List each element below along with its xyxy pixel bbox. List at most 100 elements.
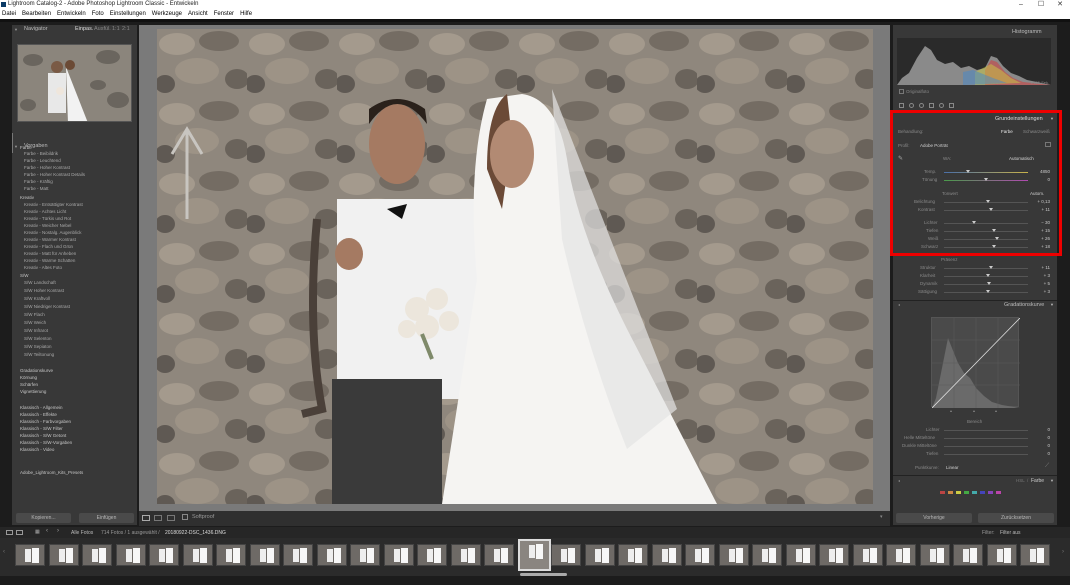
thumbnail[interactable] — [82, 544, 112, 566]
source-all-photos[interactable]: Alle Fotos — [71, 530, 93, 536]
swatch-magenta-icon[interactable] — [996, 491, 1001, 494]
thumbnail[interactable] — [1020, 544, 1050, 566]
hsl-collapse-left-icon[interactable]: ◂ — [898, 478, 900, 483]
saturation-value[interactable]: + 3 — [1030, 289, 1050, 294]
survey-view-icon[interactable] — [167, 515, 175, 521]
preset-item[interactable]: Kreativ - Weicher Nebel — [24, 223, 71, 228]
preset-item[interactable]: Kreativ - Altes Foto — [24, 265, 62, 270]
thumbnail[interactable] — [350, 544, 380, 566]
nav-mode-fill[interactable]: Ausfül. — [94, 25, 111, 34]
preset-folder[interactable]: Klassisch - Video — [20, 447, 54, 452]
preset-folder[interactable]: Klassisch - Farbvorgaben — [20, 419, 71, 424]
texture-slider[interactable] — [944, 268, 1028, 269]
thumbnail[interactable] — [584, 544, 615, 566]
tonecurve-title[interactable]: Gradationskurve — [1004, 302, 1044, 308]
preset-item[interactable]: S/W Weich — [24, 320, 46, 325]
filter-dropdown[interactable]: Filter aus — [1000, 530, 1021, 536]
navigator-preview[interactable] — [17, 44, 132, 122]
preset-item[interactable]: Kreativ - Matt für Anheben — [24, 251, 76, 256]
thumbnail[interactable] — [886, 544, 916, 566]
region-value[interactable]: 0 — [1036, 443, 1050, 448]
toolbar-menu-icon[interactable]: ▾ — [880, 514, 883, 520]
preset-item[interactable]: Farbe - Matt — [24, 186, 49, 191]
back-arrow-icon[interactable]: ‹ — [46, 528, 48, 534]
hsl-tab[interactable]: HSL — [1016, 478, 1025, 483]
thumbnail[interactable] — [819, 544, 849, 566]
vibrance-value[interactable]: + 5 — [1030, 281, 1050, 286]
preset-item[interactable]: S/W Landschaft — [24, 280, 56, 285]
vibrance-knob[interactable] — [987, 282, 991, 285]
hsl-color-swatches[interactable] — [940, 491, 1010, 494]
preset-item[interactable]: Farbe - Hoher Kontrast Details — [24, 172, 85, 177]
preset-item[interactable]: Farbe - Hoher Kontrast — [24, 165, 70, 170]
thumbnail-selected[interactable] — [517, 539, 551, 571]
graduated-filter-icon[interactable] — [929, 103, 934, 108]
preset-item[interactable]: Kreativ - Entsättigter Kontrast — [24, 202, 83, 207]
preset-item[interactable]: S/W Teiltonung — [24, 352, 54, 357]
grid-icon[interactable]: ▦ — [35, 529, 40, 535]
preset-item[interactable]: S/W Infrarot — [24, 328, 48, 333]
preset-item[interactable]: Farbe - Kräftig — [24, 179, 53, 184]
preset-item[interactable]: Kreativ - Flach und Grün — [24, 244, 73, 249]
second-window-icon[interactable] — [16, 530, 23, 535]
vibrance-slider[interactable] — [944, 284, 1028, 285]
histogram-graph[interactable] — [897, 38, 1051, 85]
curve-split-handle[interactable]: ▴ — [950, 408, 952, 413]
hsl-title[interactable]: Farbe — [1031, 478, 1044, 484]
region-value[interactable]: 0 — [1036, 427, 1050, 432]
menu-ansicht[interactable]: Ansicht — [188, 9, 208, 19]
minimize-button[interactable]: – — [1014, 0, 1028, 9]
spot-removal-icon[interactable] — [909, 103, 914, 108]
preset-item[interactable]: S/W Sepiaton — [24, 344, 52, 349]
thumbnail[interactable] — [115, 544, 146, 566]
menu-fenster[interactable]: Fenster — [214, 9, 234, 19]
preset-group-farbe[interactable]: Farbe — [20, 145, 32, 150]
preset-item[interactable]: S/W Kraftvoll — [24, 296, 50, 301]
preset-item[interactable]: S/W Selenton — [24, 336, 52, 341]
preset-item[interactable]: S/W Flach — [24, 312, 45, 317]
preset-item[interactable]: Kreativ - Türkis und Rot — [24, 216, 71, 221]
copy-button[interactable]: Kopieren... — [16, 513, 71, 523]
thumbnail[interactable] — [953, 544, 983, 566]
filename[interactable]: 20180922-DSC_1436.DNG — [165, 530, 226, 536]
preset-folder[interactable]: Klassisch - S/W Filter — [20, 426, 63, 431]
swatch-yellow-icon[interactable] — [956, 491, 961, 494]
curve-collapse-left-icon[interactable]: ◂ — [898, 302, 900, 307]
preset-item[interactable]: Farbe - Beibildrik — [24, 151, 58, 156]
red-eye-icon[interactable] — [919, 103, 924, 108]
swatch-orange-icon[interactable] — [948, 491, 953, 494]
swatch-purple-icon[interactable] — [988, 491, 993, 494]
thumbnail[interactable] — [551, 544, 581, 566]
region-slider[interactable] — [944, 438, 1028, 439]
thumbnail[interactable] — [919, 544, 950, 566]
thumbnail[interactable] — [484, 544, 514, 566]
brush-icon[interactable] — [949, 103, 954, 108]
menu-einstellungen[interactable]: Einstellungen — [110, 9, 146, 19]
thumbnail[interactable] — [618, 544, 648, 566]
paste-button[interactable]: Einfügen — [79, 513, 134, 523]
thumbnail[interactable] — [283, 544, 313, 566]
saturation-knob[interactable] — [986, 290, 990, 293]
texture-value[interactable]: + 11 — [1030, 265, 1050, 270]
clarity-knob[interactable] — [986, 274, 990, 277]
region-slider[interactable] — [944, 454, 1028, 455]
preset-folder[interactable]: Klassisch - S/W Getont — [20, 433, 66, 438]
region-slider[interactable] — [944, 446, 1028, 447]
forward-arrow-icon[interactable]: › — [57, 528, 59, 534]
menu-hilfe[interactable]: Hilfe — [240, 9, 252, 19]
preset-folder[interactable]: Schärfen — [20, 382, 38, 387]
filmstrip-right-arrow-icon[interactable]: › — [1062, 549, 1064, 555]
region-value[interactable]: 0 — [1036, 435, 1050, 440]
loupe-view-icon[interactable] — [142, 515, 150, 521]
crop-tool-icon[interactable] — [899, 103, 904, 108]
preset-item[interactable]: Kreativ - Warmer Kontrast — [24, 237, 76, 242]
menu-bearbeiten[interactable]: Bearbeiten — [22, 9, 51, 19]
preset-folder-user[interactable]: Adobe_Lightroom_Kits_Presets — [20, 470, 83, 475]
hsl-collapse-icon[interactable]: ▼ — [1050, 478, 1054, 483]
radial-filter-icon[interactable] — [939, 103, 944, 108]
thumbnail[interactable] — [383, 544, 414, 566]
reset-button[interactable]: Zurücksetzen — [978, 513, 1054, 523]
nav-mode-1to1[interactable]: 1:1 — [112, 25, 120, 34]
preset-folder[interactable]: Körnung — [20, 375, 37, 380]
region-value[interactable]: 0 — [1036, 451, 1050, 456]
